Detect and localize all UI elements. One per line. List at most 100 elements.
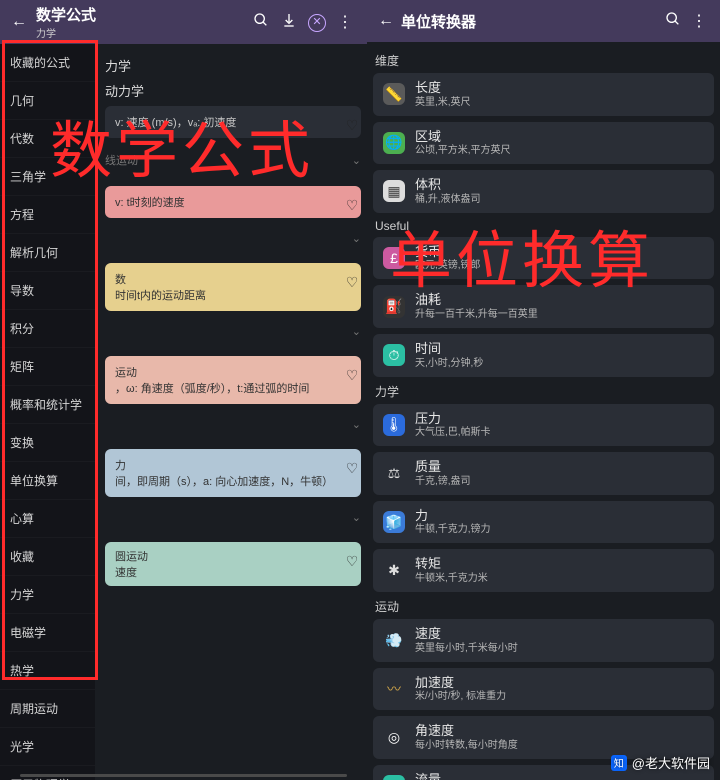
formula-card[interactable]: v: 速度 (m/s)，vₐ: 初速度 ♡ <box>105 106 361 138</box>
tile-sub: 英里,米,英尺 <box>415 96 471 109</box>
sidebar-item[interactable]: 矩阵 <box>0 348 95 386</box>
formula-card[interactable]: 运动 ，ω: 角速度（弧度/秒），t:通过弧的时间 ♡ <box>105 356 361 404</box>
tile-sub: 牛顿米,千克力米 <box>415 572 488 585</box>
back-icon[interactable]: ← <box>375 12 397 30</box>
section-heading: 力学 <box>105 56 361 75</box>
more-icon[interactable]: ⋮ <box>686 11 712 31</box>
sidebar-item[interactable]: 三角学 <box>0 158 95 196</box>
tile-sub: 大气压,巴,帕斯卡 <box>415 426 491 439</box>
search-icon[interactable] <box>660 11 686 32</box>
tile-icon: 🧊 <box>383 511 405 533</box>
left-app-screen: ← 数学公式 力学 ✕ ⋮ 收藏的公式几何代数三角学方程解析几何导数积分矩阵概率… <box>0 0 367 780</box>
sidebar-item[interactable]: 解析几何 <box>0 234 95 272</box>
tile-icon: ⛽ <box>383 296 405 318</box>
tile-title: 压力 <box>415 411 491 427</box>
heart-icon[interactable]: ♡ <box>341 194 363 216</box>
unit-tile[interactable]: 📏长度英里,米,英尺 <box>373 73 714 116</box>
section-subheading: 动力学 <box>105 81 361 100</box>
formula-card[interactable]: 圆运动 速度 ♡ <box>105 542 361 586</box>
unit-tile[interactable]: 🌡 压力大气压,巴,帕斯卡 <box>373 404 714 447</box>
more-icon[interactable]: ⋮ <box>331 12 359 32</box>
heart-icon[interactable]: ♡ <box>341 550 363 572</box>
unit-tile[interactable]: ▦体积桶,升,液体盎司 <box>373 170 714 213</box>
tile-title: 流量 <box>415 772 488 780</box>
tile-sub: 升每一百千米,升每一百英里 <box>415 308 538 321</box>
unit-tile[interactable]: 🧊力牛顿,千克力,镑力 <box>373 501 714 544</box>
unit-tile[interactable]: 〰加速度米/小时/秒, 标准重力 <box>373 668 714 711</box>
card-title: 力 <box>115 457 333 473</box>
sidebar-item[interactable]: 收藏的公式 <box>0 44 95 82</box>
sidebar-item[interactable]: 周期运动 <box>0 690 95 728</box>
back-icon[interactable]: ← <box>8 13 30 31</box>
tile-icon: ▦ <box>383 180 405 202</box>
tile-sub: 英里每小时,千米每小时 <box>415 642 518 655</box>
sidebar-item[interactable]: 收藏 <box>0 538 95 576</box>
tile-icon: ≋ <box>383 775 405 780</box>
sidebar-item[interactable]: 电磁学 <box>0 614 95 652</box>
tile-icon: 💨 <box>383 629 405 651</box>
sidebar-item[interactable]: 概率和统计学 <box>0 386 95 424</box>
tile-text: 流量升每分,加仑每分 <box>415 772 488 780</box>
heart-icon[interactable]: ♡ <box>341 271 363 293</box>
search-icon[interactable] <box>247 12 275 33</box>
heart-icon[interactable]: ♡ <box>341 457 363 479</box>
tile-text: 区域公顷,平方米,平方英尺 <box>415 129 511 158</box>
section-label: 维度 <box>375 52 712 69</box>
unit-tile[interactable]: ✱转矩牛顿米,千克力米 <box>373 549 714 592</box>
tile-title: 质量 <box>415 459 471 475</box>
sidebar-item[interactable]: 几何 <box>0 82 95 120</box>
group-row[interactable]: 线运动 ⌄ <box>105 152 361 168</box>
formula-card[interactable]: 力 间，即周期（s），a: 向心加速度，N，牛顿） ♡ <box>105 449 361 497</box>
header-subtitle: 力学 <box>36 25 247 40</box>
unit-tile[interactable]: 💨 速度英里每小时,千米每小时 <box>373 619 714 662</box>
section-label: 力学 <box>375 383 712 400</box>
right-body[interactable]: 维度 📏长度英里,米,英尺 🌐 区域公顷,平方米,平方英尺 ▦体积桶,升,液体盎司 Use… <box>367 42 720 780</box>
formula-card[interactable]: v: t时刻的速度 ♡ <box>105 186 361 218</box>
sidebar-item[interactable]: 光学 <box>0 728 95 766</box>
tile-title: 速度 <box>415 626 518 642</box>
formula-card[interactable]: 数 时间t内的运动距离 ♡ <box>105 263 361 311</box>
sidebar-item[interactable]: 变换 <box>0 424 95 462</box>
tile-text: 速度英里每小时,千米每小时 <box>415 626 518 655</box>
sidebar-item[interactable]: 热学 <box>0 652 95 690</box>
unit-tile[interactable]: ⛽ 油耗升每一百千米,升每一百英里 <box>373 285 714 328</box>
tile-title: 货币 <box>415 244 481 260</box>
tile-icon: 🌡 <box>383 414 405 436</box>
download-icon[interactable] <box>275 12 303 33</box>
tile-icon: 🌐 <box>383 132 405 154</box>
tile-title: 油耗 <box>415 292 538 308</box>
unit-tile[interactable]: 🌐 区域公顷,平方米,平方英尺 <box>373 122 714 165</box>
group-row[interactable]: ⌄ <box>105 511 361 524</box>
sidebar-item[interactable]: 方程 <box>0 196 95 234</box>
tile-title: 区域 <box>415 129 511 145</box>
group-row[interactable]: ⌄ <box>105 325 361 338</box>
sidebar-item[interactable]: 原子物理学 <box>0 766 95 780</box>
card-title: 圆运动 <box>115 548 351 564</box>
unit-tile[interactable]: £货币欧元,英镑,镑郎 <box>373 237 714 280</box>
close-circle-icon[interactable]: ✕ <box>303 12 331 32</box>
sidebar-item[interactable]: 积分 <box>0 310 95 348</box>
heart-icon[interactable]: ♡ <box>341 364 363 386</box>
tile-text: 加速度米/小时/秒, 标准重力 <box>415 675 506 704</box>
group-row[interactable]: ⌄ <box>105 418 361 431</box>
card-text: 速度 <box>115 564 351 580</box>
sidebar-item[interactable]: 单位换算 <box>0 462 95 500</box>
tile-title: 角速度 <box>415 723 518 739</box>
unit-tile[interactable]: ◎角速度每小时转数,每小时角度 <box>373 716 714 759</box>
sidebar-item[interactable]: 代数 <box>0 120 95 158</box>
tile-icon: ⏱ <box>383 344 405 366</box>
sidebar-item[interactable]: 力学 <box>0 576 95 614</box>
sidebar: 收藏的公式几何代数三角学方程解析几何导数积分矩阵概率和统计学变换单位换算心算收藏… <box>0 44 95 780</box>
header-title: 数学公式 <box>36 4 247 25</box>
left-content[interactable]: 力学 动力学 v: 速度 (m/s)，vₐ: 初速度 ♡ 线运动 ⌄ v: t时… <box>95 44 367 780</box>
unit-tile[interactable]: ≋ 流量升每分,加仑每分 <box>373 765 714 780</box>
unit-tile[interactable]: ⏱时间天,小时,分钟,秒 <box>373 334 714 377</box>
sidebar-item[interactable]: 导数 <box>0 272 95 310</box>
unit-tile[interactable]: ⚖质量千克,镑,盎司 <box>373 452 714 495</box>
group-row[interactable]: ⌄ <box>105 232 361 245</box>
sidebar-item[interactable]: 心算 <box>0 500 95 538</box>
tile-text: 货币欧元,英镑,镑郎 <box>415 244 481 273</box>
tile-text: 角速度每小时转数,每小时角度 <box>415 723 518 752</box>
section-label: Useful <box>375 219 712 233</box>
heart-icon[interactable]: ♡ <box>341 114 363 136</box>
